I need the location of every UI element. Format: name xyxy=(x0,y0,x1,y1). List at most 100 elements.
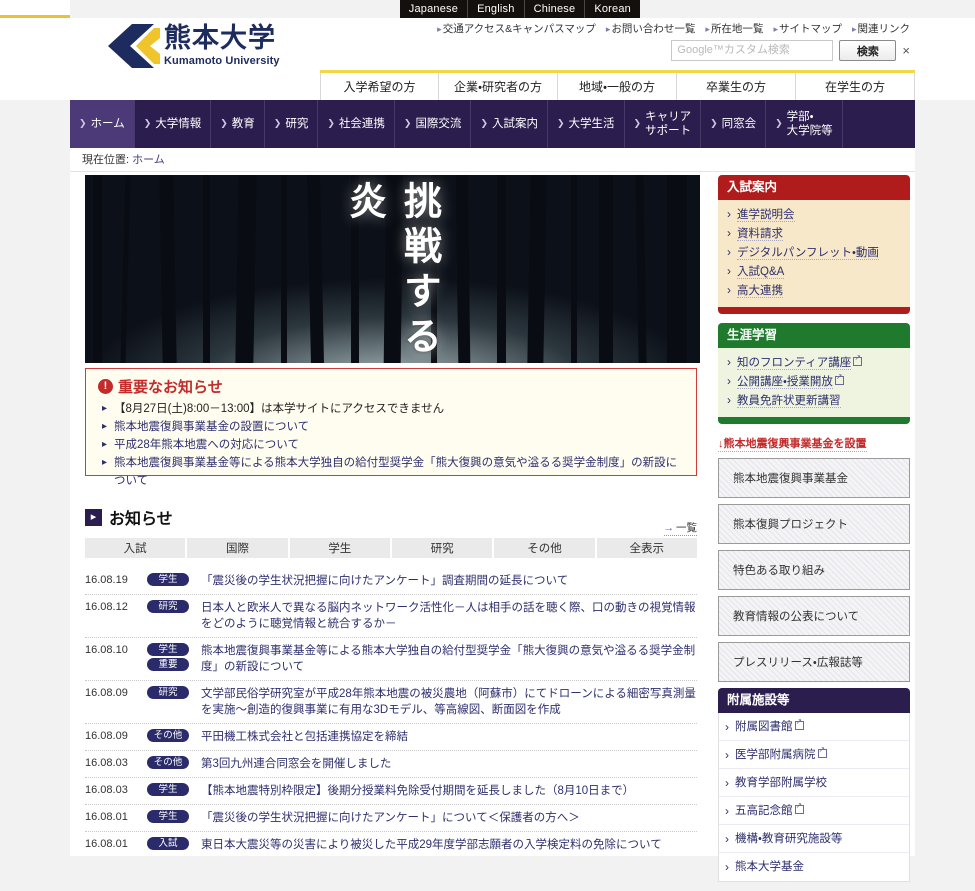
sidebar-button-4[interactable]: プレスリリース・広報誌等 xyxy=(718,642,910,682)
nav-item-7[interactable]: ❯ 大学生活 xyxy=(548,100,625,148)
important-notice-item-2[interactable]: 平成28年熊本地震への対応について xyxy=(98,436,686,454)
audience-tab-2[interactable]: 地域・一般の方 xyxy=(558,73,677,100)
news-header: ▸ お知らせ → 一覧 xyxy=(85,504,697,536)
news-row[interactable]: 16.08.03 その他 第3回九州連合同窓会を開催しました xyxy=(85,751,697,778)
news-row[interactable]: 16.08.03 学生 【熊本地震特別枠限定】後期分授業料免除受付期間を延長しました… xyxy=(85,778,697,805)
news-item-link[interactable]: 第3回九州連合同窓会を開催しました xyxy=(201,756,697,772)
sidebar-admissions-link-4[interactable]: 高大連携 xyxy=(726,281,902,301)
sidebar-admissions-link-label: 高大連携 xyxy=(737,285,783,298)
news-row[interactable]: 16.08.12 研究 日本人と欧米人で異なる脳内ネットワーク活性化－人は相手の話を… xyxy=(85,595,697,638)
site-search: Google™カスタム検索 検索 × xyxy=(671,40,910,61)
sidebar-button-2[interactable]: 特色ある取り組み xyxy=(718,550,910,590)
sidebar-facility-item-1[interactable]: 医学部附属病院 xyxy=(719,741,909,769)
important-notice-item-1[interactable]: 熊本地震復興事業基金の設置について xyxy=(98,418,686,436)
language-item-korean[interactable]: Korean xyxy=(585,0,640,18)
important-notice-title: ! 重要なお知らせ xyxy=(98,376,686,397)
search-button[interactable]: 検索 xyxy=(839,40,897,61)
language-switcher[interactable]: Japanese English Chinese Korean xyxy=(399,0,640,18)
hero-banner[interactable]: 挑戦する炎 xyxy=(85,175,700,363)
news-tab-2[interactable]: 学生 xyxy=(289,538,390,558)
nav-item-0[interactable]: ❯ ホーム xyxy=(70,100,135,148)
nav-item-2[interactable]: ❯ 教育 xyxy=(211,100,265,148)
sidebar-lifelong-link-2[interactable]: 教員免許状更新講習 xyxy=(726,391,902,411)
sidebar-facility-item-2[interactable]: 教育学部附属学校 xyxy=(719,769,909,797)
sidebar-facility-item-5[interactable]: 熊本大学基金 xyxy=(719,853,909,881)
news-item-link[interactable]: 「震災後の学生状況把握に向けたアンケート」について＜保護者の方へ＞ xyxy=(201,810,697,826)
sidebar-facility-item-3[interactable]: 五高記念館 xyxy=(719,797,909,825)
nav-item-9[interactable]: ❯ 同窓会 xyxy=(701,100,767,148)
language-item-japanese[interactable]: Japanese xyxy=(399,0,469,18)
nav-item-1[interactable]: ❯ 大学情報 xyxy=(135,100,212,148)
utility-link-2[interactable]: ▸所在地一覧 xyxy=(705,21,763,36)
sidebar-button-3[interactable]: 教育情報の公表について xyxy=(718,596,910,636)
news-item-link[interactable]: 【熊本地震特別枠限定】後期分授業料免除受付期間を延長しました（8月10日まで） xyxy=(201,783,697,799)
search-clear-icon[interactable]: × xyxy=(902,44,910,57)
sidebar-panel-facilities: 附属施設等 附属図書館医学部附属病院教育学部附属学校五高記念館機構・教育研究施設… xyxy=(718,688,910,882)
main-navigation[interactable]: ❯ ホーム ❯ 大学情報 ❯ 教育 ❯ 研究 ❯ 社会連携 ❯ 国際交流 ❯ 入試案内 ❯ 大学生活 ❯ キャリア… xyxy=(70,100,915,148)
nav-item-5[interactable]: ❯ 国際交流 xyxy=(395,100,472,148)
sidebar-panel-lifelong: 生涯学習 知のフロンティア講座公開講座・授業開放教員免許状更新講習 xyxy=(718,323,910,424)
news-item-link[interactable]: 日本人と欧米人で異なる脳内ネットワーク活性化－人は相手の話を聴く際、口の動きの視… xyxy=(201,600,697,632)
sidebar-facility-item-4[interactable]: 機構・教育研究施設等 xyxy=(719,825,909,853)
news-tab-0[interactable]: 入試 xyxy=(85,538,186,558)
audience-tab-0[interactable]: 入学希望の方 xyxy=(320,73,439,100)
nav-item-8[interactable]: ❯ キャリア サポート xyxy=(625,100,702,148)
news-tab-3[interactable]: 研究 xyxy=(391,538,493,558)
audience-tab-1[interactable]: 企業・研究者の方 xyxy=(439,73,558,100)
news-tab-4[interactable]: その他 xyxy=(494,538,595,558)
news-row[interactable]: 16.08.19 学生 「震災後の学生状況把握に向けたアンケート」調査期間の延長につ… xyxy=(85,568,697,595)
utility-link-3[interactable]: ▸サイトマップ xyxy=(773,21,842,36)
important-notice-item-3[interactable]: 熊本地震復興事業基金等による熊本大学独自の給付型奨学金「熊大復興の意気や溢るる奨… xyxy=(98,454,686,490)
audience-tabs[interactable]: 入学希望の方 企業・研究者の方 地域・一般の方 卒業生の方 在学生の方 xyxy=(320,73,915,100)
sidebar-admissions-link-2[interactable]: デジタルパンフレット・動画 xyxy=(726,243,902,263)
sidebar-admissions-link-label: デジタルパンフレット・動画 xyxy=(737,247,879,260)
audience-tab-3[interactable]: 卒業生の方 xyxy=(677,73,796,100)
chevron-right-icon: ❯ xyxy=(556,118,565,129)
nav-item-10[interactable]: ❯ 学部・ 大学院等 xyxy=(766,100,843,148)
site-header: 熊本大学 Kumamoto University ▸交通アクセス&キャンパスマッ… xyxy=(70,18,915,70)
language-item-chinese[interactable]: Chinese xyxy=(525,0,586,18)
news-tab-5[interactable]: 全表示 xyxy=(596,538,697,558)
news-item-link[interactable]: 東日本大震災等の災害により被災した平成29年度学部志願者の入学検定料の免除につい… xyxy=(201,837,697,853)
news-row[interactable]: 16.08.09 その他 平田機工株式会社と包括連携協定を締結 xyxy=(85,724,697,751)
news-row[interactable]: 16.08.09 研究 文学部民俗学研究室が平成28年熊本地震の被災農地（阿蘇市）に… xyxy=(85,681,697,724)
search-input[interactable]: Google™カスタム検索 xyxy=(671,40,834,61)
sidebar-facility-item-0[interactable]: 附属図書館 xyxy=(719,713,909,741)
sidebar-admissions-link-0[interactable]: 進学説明会 xyxy=(726,205,902,225)
utility-link-0[interactable]: ▸交通アクセス&キャンパスマップ xyxy=(437,21,596,36)
sidebar-admissions-link-1[interactable]: 資料請求 xyxy=(726,224,902,244)
breadcrumb-current[interactable]: ホーム xyxy=(132,154,165,166)
sidebar-panel-facilities-body: 附属図書館医学部附属病院教育学部附属学校五高記念館機構・教育研究施設等熊本大学基… xyxy=(718,713,910,882)
sidebar-facility-label: 機構・教育研究施設等 xyxy=(735,833,843,845)
news-tag-badge: 入試 xyxy=(147,837,189,850)
nav-item-3[interactable]: ❯ 研究 xyxy=(265,100,319,148)
news-item-link[interactable]: 平田機工株式会社と包括連携協定を締結 xyxy=(201,729,697,745)
chevron-right-icon: ❯ xyxy=(775,118,783,129)
news-view-all-link[interactable]: → 一覧 xyxy=(663,520,697,536)
audience-tab-4[interactable]: 在学生の方 xyxy=(796,73,915,100)
sidebar-admissions-link-3[interactable]: 入試Q&A xyxy=(726,262,902,282)
language-item-english[interactable]: English xyxy=(468,0,525,18)
sidebar-button-1[interactable]: 熊本復興プロジェクト xyxy=(718,504,910,544)
sidebar-button-0[interactable]: 熊本地震復興事業基金 xyxy=(718,458,910,498)
news-item-link[interactable]: 文学部民俗学研究室が平成28年熊本地震の被災農地（阿蘇市）にてドローンによる細密… xyxy=(201,686,697,718)
news-tab-1[interactable]: 国際 xyxy=(187,538,288,558)
news-row[interactable]: 16.08.01 入試 東日本大震災等の災害により被災した平成29年度学部志願者の入… xyxy=(85,832,697,856)
news-item-link[interactable]: 「震災後の学生状況把握に向けたアンケート」調査期間の延長について xyxy=(201,573,697,589)
sidebar-lifelong-link-1[interactable]: 公開講座・授業開放 xyxy=(726,372,902,392)
site-logo[interactable]: 熊本大学 Kumamoto University xyxy=(88,24,280,68)
utility-link-4[interactable]: ▸関連リンク xyxy=(852,21,910,36)
sidebar-lifelong-link-label: 公開講座・授業開放 xyxy=(737,376,833,389)
utility-link-1[interactable]: ▸お問い合わせ一覧 xyxy=(606,21,696,36)
fund-alert-link[interactable]: ↓熊本地震復興事業基金を設置 xyxy=(718,435,867,452)
sidebar-lifelong-link-0[interactable]: 知のフロンティア講座 xyxy=(726,353,902,373)
nav-item-4[interactable]: ❯ 社会連携 xyxy=(318,100,395,148)
important-notice-item-0[interactable]: 【8月27日(土)8:00－13:00】は本学サイトにアクセスできません xyxy=(98,400,686,418)
news-item-link[interactable]: 熊本地震復興事業基金等による熊本大学独自の給付型奨学金「熊大復興の意気や溢るる奨… xyxy=(201,643,697,675)
nav-item-label: キャリア サポート xyxy=(645,110,692,137)
chevron-right-icon: ❯ xyxy=(633,118,642,129)
news-row[interactable]: 16.08.10 学生 重要 熊本地震復興事業基金等による熊本大学独自の給付型奨学金「… xyxy=(85,638,697,681)
news-row[interactable]: 16.08.01 学生 「震災後の学生状況把握に向けたアンケート」について＜保護者の… xyxy=(85,805,697,832)
news-category-tabs[interactable]: 入試 国際 学生 研究 その他 全表示 xyxy=(85,538,697,558)
nav-item-6[interactable]: ❯ 入試案内 xyxy=(471,100,548,148)
